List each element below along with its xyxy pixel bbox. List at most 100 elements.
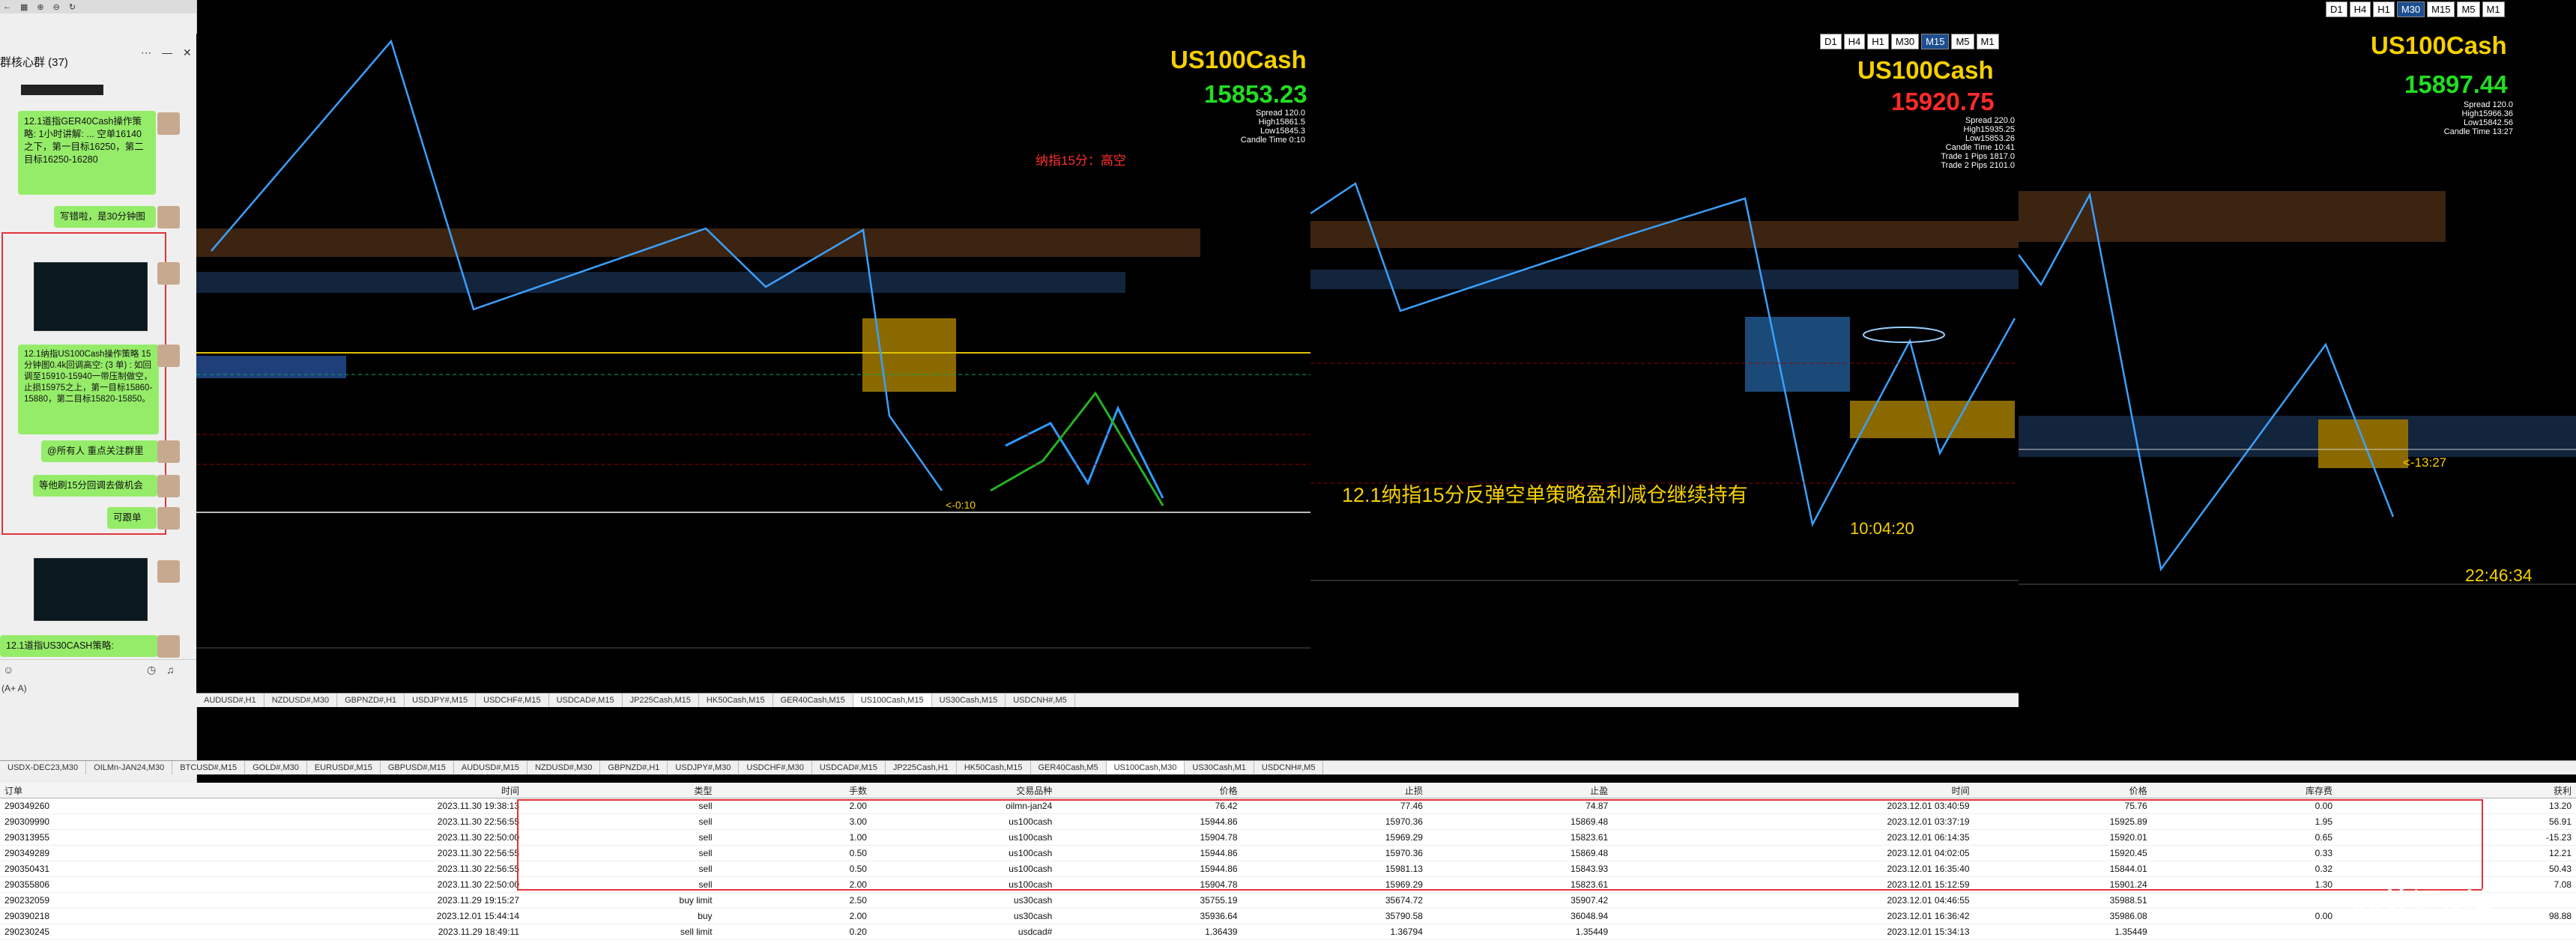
tab-active[interactable]: US100Cash,M30 [1106,761,1185,774]
avatar [157,440,180,463]
tf-m1[interactable]: M1 [2482,1,2505,17]
tf-m5[interactable]: M5 [1951,34,1974,49]
table-cell: 35936.64 [1056,908,1242,924]
table-cell: buy [524,908,717,924]
col-profit[interactable]: 获利 [2337,783,2576,798]
col-swap[interactable]: 库存费 [2151,783,2338,798]
table-cell: 2023.12.01 15:44:14 [116,908,524,924]
zoom-in-icon[interactable]: ⊕ [37,2,43,12]
tab[interactable]: USDCAD#,M15 [812,761,886,774]
tf-h1[interactable]: H1 [1867,34,1889,49]
tab[interactable]: USDCNH#,M5 [1254,761,1324,774]
tab[interactable]: USDJPY#,M15 [405,694,477,707]
tab[interactable]: JP225Cash,H1 [886,761,957,774]
more-icon[interactable]: ⋯ [141,46,151,59]
grid-icon[interactable]: ▦ [20,2,28,12]
tab[interactable]: GBPUSD#,M15 [381,761,454,774]
chat-title: 群核心群 (37) [0,56,68,69]
col-symbol[interactable]: 交易品种 [871,783,1057,798]
avatar [157,635,180,658]
table-cell: 2023.11.29 18:49:11 [116,924,524,940]
tab[interactable]: NZDUSD#,M30 [527,761,601,774]
history-icon[interactable]: ◷ [147,664,156,676]
tab[interactable]: BTCUSD#,M15 [172,761,246,774]
table-cell: 35674.72 [1242,892,1427,909]
chart-2-info: Spread 220.0 High15935.25 Low15853.26 Cand… [1941,116,2015,170]
tab[interactable]: OILMn-JAN24,M30 [86,761,173,774]
avatar [157,507,180,530]
chart-3-price: 15897.44 [2404,70,2508,98]
tab[interactable]: GER40Cash,M15 [773,694,853,707]
tab[interactable]: AUDUSD#,M15 [454,761,527,774]
tab[interactable]: US30Cash,M15 [932,694,1006,707]
tab[interactable]: NZDUSD#,M30 [264,694,338,707]
tab[interactable]: GBPNZD#,H1 [337,694,405,707]
rotate-icon[interactable]: ↻ [69,2,76,12]
tab[interactable]: GBPNZD#,H1 [600,761,668,774]
chart-window-3[interactable]: D1 H4 H1 M30 M15 M5 M1 US100Cash 15897.4… [2019,0,2576,760]
emoji-icon[interactable]: ☺ [3,664,13,676]
tab[interactable]: AUDUSD#,H1 [196,694,264,707]
mid-chart-tabs: AUDUSD#,H1 NZDUSD#,M30 GBPNZD#,H1 USDJPY… [196,693,2019,707]
minimize-icon[interactable]: — [162,46,172,59]
tab[interactable]: USDJPY#,M30 [668,761,740,774]
tf-h1[interactable]: H1 [2373,1,2395,17]
message-4: @所有人 重点关注群里 [41,440,158,462]
tab[interactable]: HK50Cash,M15 [957,761,1031,774]
col-close-price[interactable]: 价格 [1974,783,2152,798]
tf-m1[interactable]: M1 [1976,34,1999,49]
tf-m30[interactable]: M30 [1890,34,1920,49]
tab[interactable]: EURUSD#,M15 [307,761,381,774]
col-open-time[interactable]: 时间 [116,783,524,798]
chart-window-1[interactable]: US100Cash 15853.23 Spread 120.0 High15861… [196,34,1310,693]
tf-m5[interactable]: M5 [2457,1,2480,17]
tf-h4[interactable]: H4 [2349,1,2371,17]
chart-thumbnail[interactable] [34,558,148,621]
tf-m30[interactable]: M30 [2396,1,2425,17]
tab[interactable]: USDCHF#,M15 [476,694,549,707]
tf-m15[interactable]: M15 [2427,1,2455,17]
tab[interactable]: GER40Cash,M5 [1031,761,1107,774]
tab[interactable]: USDCHF#,M30 [739,761,812,774]
chart-thumbnail[interactable] [34,262,148,331]
chart-window-2[interactable]: D1 H4 H1 M30 M15 M5 M1 US100Cash 15920.7… [1310,34,2019,693]
tf-m15[interactable]: M15 [1921,34,1950,49]
table-cell: 2023.11.30 22:50:00 [116,829,524,846]
chart-1-timer: <-0:10 [946,499,976,511]
tab[interactable]: JP225Cash,M15 [623,694,699,707]
tab-active[interactable]: US100Cash,M15 [853,694,932,707]
zoom-out-icon[interactable]: ⊖ [53,2,60,12]
table-row[interactable]: 290390218 2023.12.01 15:44:14 buy 2.00 us30c… [0,908,2576,924]
tf-d1[interactable]: D1 [2326,1,2347,17]
table-row[interactable]: 290230245 2023.11.29 18:49:11 sell limit 0.… [0,924,2576,940]
table-cell [2337,924,2576,940]
tab[interactable]: USDCAD#,M15 [549,694,623,707]
close-icon[interactable]: ✕ [183,46,192,59]
table-cell: 1.36439 [1056,924,1242,940]
tab[interactable]: USDX-DEC23,M30 [0,761,87,774]
table-cell: 290350431 [0,861,117,877]
col-close-time[interactable]: 时间 [1612,783,1974,798]
tab[interactable]: USDCNH#,M5 [1006,694,1075,707]
chart-2-caption: 12.1纳指15分反弹空单策略盈利减仓继续持有 [1342,484,1748,506]
col-tp[interactable]: 止盈 [1427,783,1613,798]
back-icon[interactable]: ← [3,2,11,11]
tab[interactable]: GOLD#,M30 [245,761,307,774]
col-type[interactable]: 类型 [524,783,717,798]
col-sl[interactable]: 止损 [1242,783,1427,798]
tf-d1[interactable]: D1 [1820,34,1842,49]
table-row[interactable]: 290232059 2023.11.29 19:15:27 buy limit 2.5… [0,892,2576,909]
table-cell: 0.00 [2151,908,2338,924]
tab[interactable]: US30Cash,M1 [1185,761,1254,774]
col-lots[interactable]: 手数 [716,783,871,798]
chat-toolbar: ← ▦ ⊕ ⊖ ↻ [0,0,196,13]
col-order[interactable]: 订单 [0,783,117,798]
message-1: 12.1道指GER40Cash操作策略: 1小时讲解: ... 空单16140之… [18,111,156,195]
tf-h4[interactable]: H4 [1843,34,1866,49]
input-hint[interactable]: (A+ A) [1,683,27,694]
tab[interactable]: HK50Cash,M15 [699,694,773,707]
voice-icon[interactable]: ♫ [166,664,175,676]
col-open-price[interactable]: 价格 [1056,783,1242,798]
chart-1-svg [196,39,1310,649]
trade-terminal: 订单 时间 类型 手数 交易品种 价格 止损 止盈 时间 价格 库存费 获利 2… [0,783,2576,949]
